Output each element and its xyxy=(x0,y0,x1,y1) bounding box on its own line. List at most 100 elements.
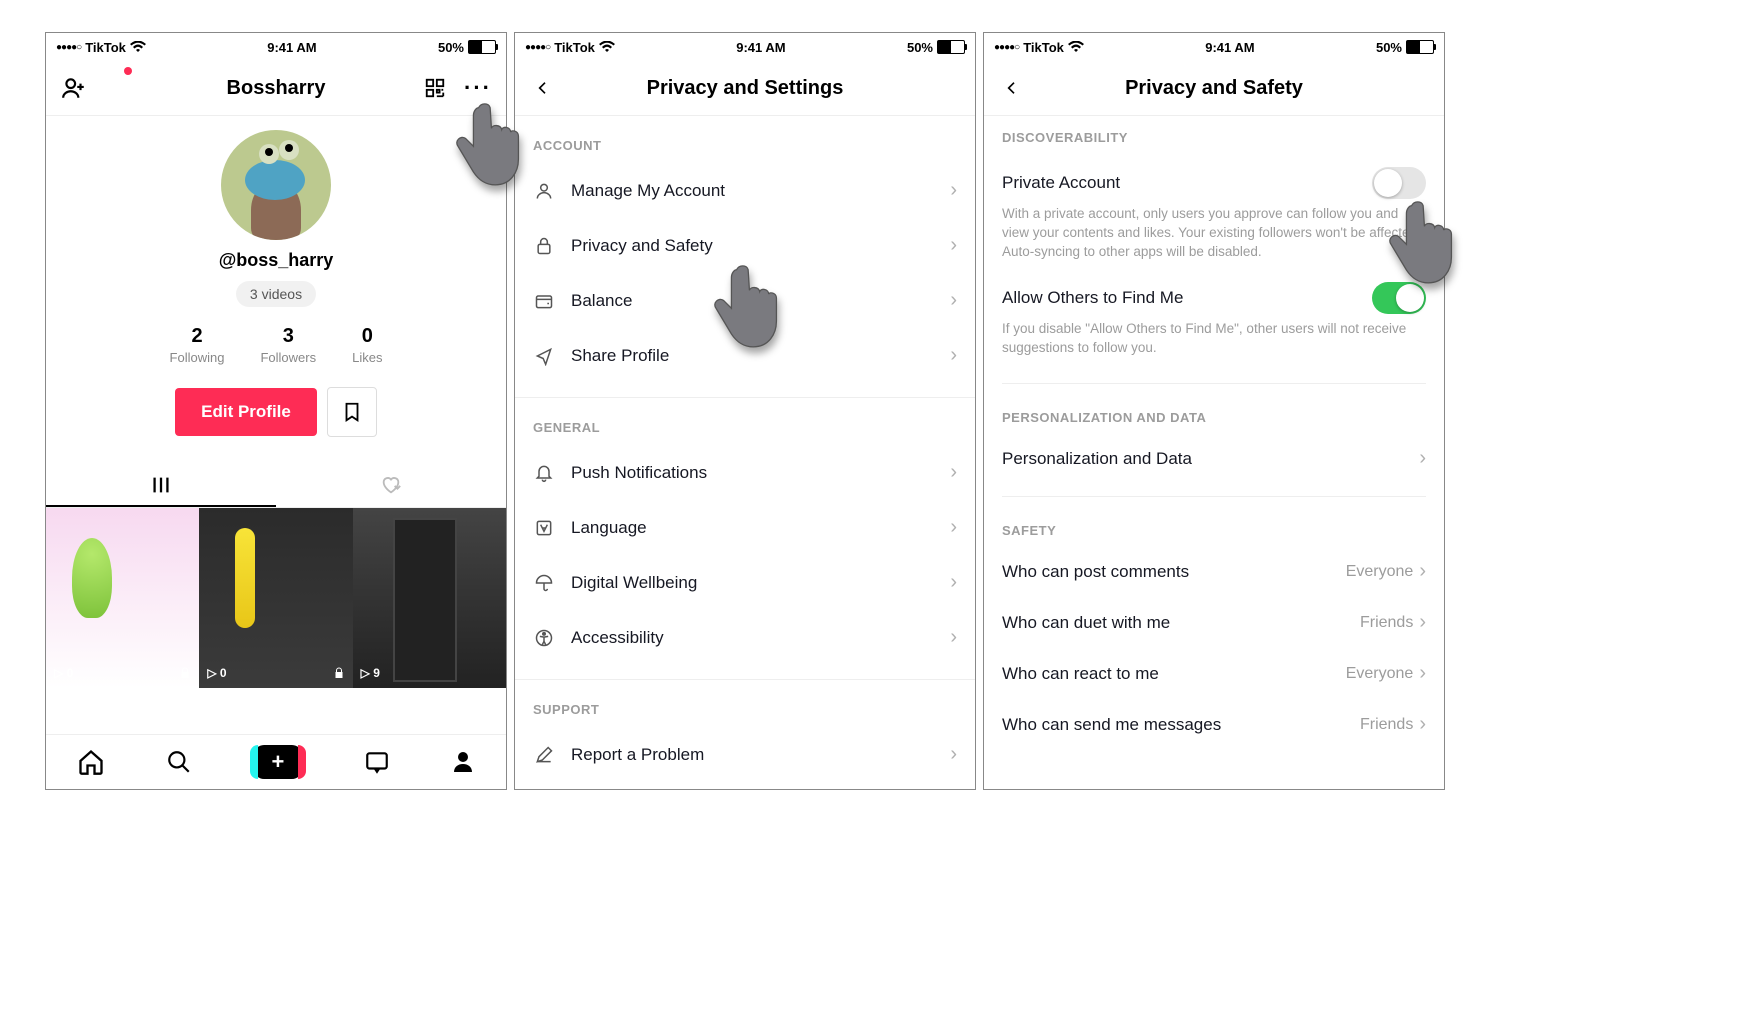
chevron-right-icon: › xyxy=(950,179,957,202)
section-support-header: SUPPORT xyxy=(515,680,975,727)
clock: 9:41 AM xyxy=(736,40,785,55)
stat-following[interactable]: 2Following xyxy=(170,325,225,365)
carrier-label: TikTok xyxy=(1023,40,1064,55)
wifi-icon xyxy=(130,41,146,53)
video-thumb[interactable]: ▷ 9 xyxy=(353,508,506,688)
play-count: ▷ 0 xyxy=(207,666,226,680)
row-digital-wellbeing[interactable]: Digital Wellbeing› xyxy=(515,555,975,610)
row-who-duet[interactable]: Who can duet with me Friends› xyxy=(1002,597,1426,648)
chevron-right-icon: › xyxy=(1419,560,1426,583)
chevron-right-icon: › xyxy=(950,516,957,539)
nav-inbox-icon[interactable] xyxy=(364,749,390,775)
lock-icon xyxy=(533,235,555,257)
stat-likes[interactable]: 0Likes xyxy=(352,325,382,365)
privacy-safety-screen: ●●●●○ TikTok 9:41 AM 50% Privacy and Safe… xyxy=(983,32,1445,790)
settings-screen: ●●●●○ TikTok 9:41 AM 50% Privacy and Sett… xyxy=(514,32,976,790)
row-share-profile[interactable]: Share Profile› xyxy=(515,328,975,383)
avatar[interactable] xyxy=(221,130,331,240)
more-icon[interactable]: ··· xyxy=(464,74,492,102)
row-push-notifications[interactable]: Push Notifications› xyxy=(515,445,975,500)
section-general-header: GENERAL xyxy=(515,398,975,445)
chevron-right-icon: › xyxy=(1419,611,1426,634)
video-count-pill[interactable]: 3 videos xyxy=(236,281,316,307)
section-personalization-header: PERSONALIZATION AND DATA xyxy=(1002,396,1426,433)
tab-posts[interactable] xyxy=(46,465,276,507)
page-title: Privacy and Safety xyxy=(1068,77,1360,100)
accessibility-icon xyxy=(533,627,555,649)
wifi-icon xyxy=(1068,41,1084,53)
row-balance[interactable]: Balance› xyxy=(515,273,975,328)
chevron-right-icon: › xyxy=(950,344,957,367)
chevron-right-icon: › xyxy=(950,571,957,594)
status-bar: ●●●●○ TikTok 9:41 AM 50% xyxy=(46,33,506,61)
wifi-icon xyxy=(599,41,615,53)
pencil-icon xyxy=(533,744,555,766)
notification-dot xyxy=(124,67,132,75)
chevron-right-icon: › xyxy=(950,234,957,257)
section-discoverability-header: DISCOVERABILITY xyxy=(1002,116,1426,153)
profile-navbar: Bossharry ··· xyxy=(46,61,506,116)
nav-profile-icon[interactable] xyxy=(451,749,475,775)
profile-tabs xyxy=(46,465,506,508)
nav-compose-button[interactable]: + xyxy=(254,745,302,779)
clock: 9:41 AM xyxy=(267,40,316,55)
bell-icon xyxy=(533,462,555,484)
back-icon[interactable] xyxy=(529,74,557,102)
username: @boss_harry xyxy=(219,250,334,271)
chevron-right-icon: › xyxy=(950,461,957,484)
stat-followers[interactable]: 3Followers xyxy=(260,325,316,365)
chevron-right-icon: › xyxy=(950,743,957,766)
chevron-right-icon: › xyxy=(1419,447,1426,470)
signal-dots-icon: ●●●●○ xyxy=(525,42,550,53)
status-bar: ●●●●○ TikTok 9:41 AM 50% xyxy=(984,33,1444,61)
stats-row: 2Following 3Followers 0Likes xyxy=(170,325,383,365)
row-manage-account[interactable]: Manage My Account› xyxy=(515,163,975,218)
carrier-label: TikTok xyxy=(554,40,595,55)
row-who-message[interactable]: Who can send me messages Friends› xyxy=(1002,699,1426,750)
signal-dots-icon: ●●●●○ xyxy=(994,42,1019,53)
edit-profile-button[interactable]: Edit Profile xyxy=(175,388,317,436)
battery-pct: 50% xyxy=(907,40,933,55)
row-who-comments[interactable]: Who can post comments Everyone› xyxy=(1002,546,1426,597)
nav-home-icon[interactable] xyxy=(77,748,105,776)
wallet-icon xyxy=(533,290,555,312)
clock: 9:41 AM xyxy=(1205,40,1254,55)
carrier-label: TikTok xyxy=(85,40,126,55)
settings-navbar: Privacy and Settings xyxy=(515,61,975,116)
back-icon[interactable] xyxy=(998,74,1026,102)
video-thumb[interactable]: ▷ 0 xyxy=(199,508,352,688)
tab-liked[interactable] xyxy=(276,465,506,505)
row-private-account: Private Account With a private account, … xyxy=(1002,153,1426,268)
person-icon xyxy=(533,180,555,202)
play-count: ▷ 0 xyxy=(54,666,73,680)
row-accessibility[interactable]: Accessibility› xyxy=(515,610,975,665)
nav-search-icon[interactable] xyxy=(166,749,192,775)
add-friend-icon[interactable] xyxy=(60,74,88,102)
battery-icon xyxy=(468,40,496,54)
battery-pct: 50% xyxy=(438,40,464,55)
qr-code-icon[interactable] xyxy=(422,74,448,102)
row-language[interactable]: Language› xyxy=(515,500,975,555)
private-account-toggle[interactable] xyxy=(1372,167,1426,199)
row-personalization-data[interactable]: Personalization and Data › xyxy=(1002,433,1426,484)
video-thumb[interactable]: ▷ 0 xyxy=(46,508,199,688)
page-title: Privacy and Settings xyxy=(599,77,891,100)
allow-find-desc: If you disable "Allow Others to Find Me"… xyxy=(1002,320,1426,358)
row-privacy-safety[interactable]: Privacy and Safety› xyxy=(515,218,975,273)
bottom-nav: + xyxy=(46,734,506,789)
page-title: Bossharry xyxy=(130,77,422,100)
signal-dots-icon: ●●●●○ xyxy=(56,42,81,53)
bookmark-button[interactable] xyxy=(327,387,377,437)
chevron-right-icon: › xyxy=(1419,662,1426,685)
chevron-right-icon: › xyxy=(950,626,957,649)
lock-icon xyxy=(179,666,191,680)
row-who-react[interactable]: Who can react to me Everyone› xyxy=(1002,648,1426,699)
video-grid: ▷ 0 ▷ 0 ▷ 9 xyxy=(46,508,506,688)
allow-find-toggle[interactable] xyxy=(1372,282,1426,314)
private-account-desc: With a private account, only users you a… xyxy=(1002,205,1426,262)
row-allow-find-me: Allow Others to Find Me If you disable "… xyxy=(1002,268,1426,372)
share-icon xyxy=(533,345,555,367)
row-report-problem[interactable]: Report a Problem› xyxy=(515,727,975,782)
battery-pct: 50% xyxy=(1376,40,1402,55)
battery-icon xyxy=(937,40,965,54)
